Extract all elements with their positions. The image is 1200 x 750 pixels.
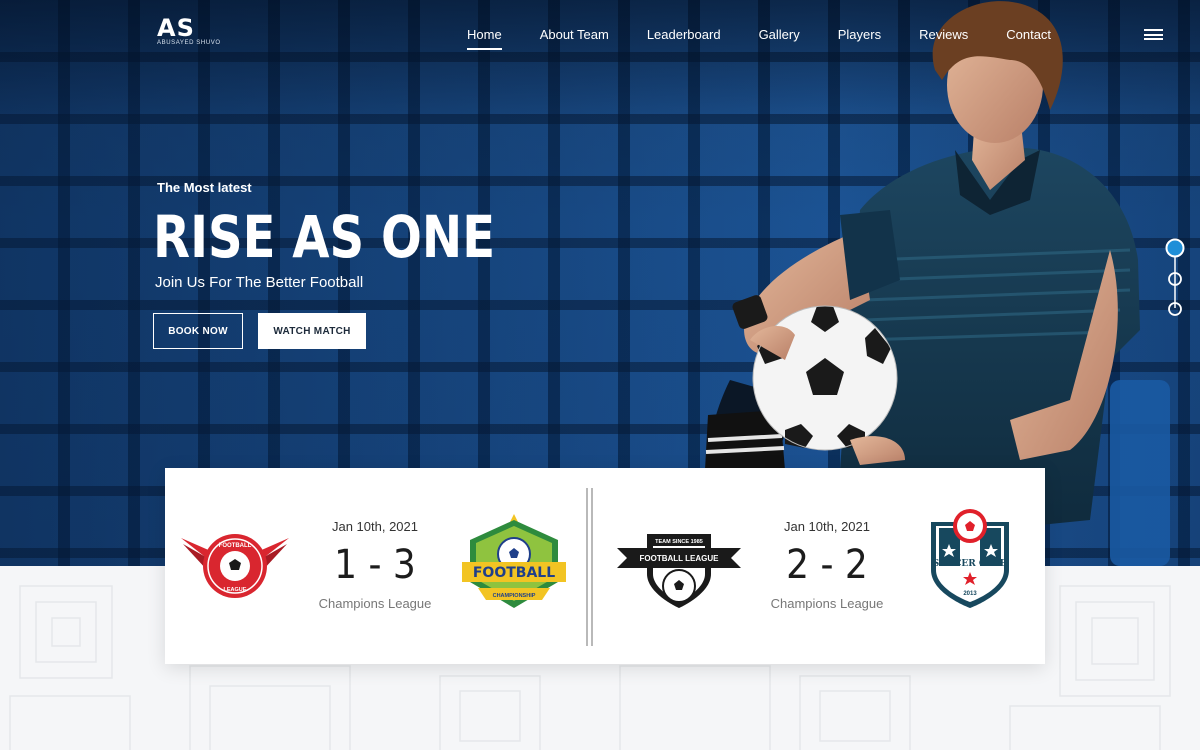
svg-text:SOCCER CLUB: SOCCER CLUB [933, 559, 1008, 569]
match-date: Jan 10th, 2021 [783, 519, 871, 534]
watch-match-button[interactable]: WATCH MATCH [258, 313, 366, 349]
svg-text:FOOTBALL: FOOTBALL [473, 565, 555, 581]
logo-mark: AS [157, 14, 195, 42]
svg-text:TEAM SINCE 1985: TEAM SINCE 1985 [655, 539, 703, 545]
match-divider [586, 488, 593, 646]
match-league: Champions League [318, 596, 432, 611]
svg-text:LEAGUE: LEAGUE [224, 587, 247, 593]
football-championship-badge-icon: FOOTBALL CHAMPIONSHIP [462, 514, 566, 608]
nav-reviews[interactable]: Reviews [919, 27, 968, 42]
slider-dot-1[interactable] [1165, 238, 1185, 258]
football-league-shield-icon: TEAM SINCE 1985 FOOTBALL LEAGUE [617, 534, 741, 608]
match-date: Jan 10th, 2021 [331, 519, 419, 534]
soccer-club-badge-icon: SOCCER CLUB 2013 [931, 509, 1009, 608]
brand-logo[interactable]: AS ABUSAYED SHUVO [157, 14, 223, 47]
match-card[interactable]: TEAM SINCE 1985 FOOTBALL LEAGUE Jan 10th… [617, 468, 1037, 664]
hero-headline: RISE AS ONE [153, 203, 496, 271]
match-score: 1 - 3 [334, 542, 416, 588]
svg-text:2013: 2013 [963, 591, 977, 597]
hamburger-icon[interactable] [1144, 29, 1163, 40]
svg-text:CHAMPIONSHIP: CHAMPIONSHIP [493, 593, 536, 599]
hero-eyebrow: The Most latest [157, 180, 252, 195]
match-score: 2 - 2 [786, 542, 868, 588]
nav-contact[interactable]: Contact [1006, 27, 1051, 42]
nav-leaderboard[interactable]: Leaderboard [647, 27, 721, 42]
slider-pagination [1165, 238, 1185, 316]
hero-subline: Join Us For The Better Football [155, 274, 364, 291]
nav-about-team[interactable]: About Team [540, 27, 609, 42]
svg-text:FOOTBALL LEAGUE: FOOTBALL LEAGUE [640, 554, 720, 563]
logo-subtitle: ABUSAYED SHUVO [157, 40, 221, 46]
book-now-button[interactable]: BOOK NOW [153, 313, 243, 349]
nav-players[interactable]: Players [838, 27, 881, 42]
svg-text:FOOTBALL: FOOTBALL [219, 543, 252, 549]
match-league: Champions League [770, 596, 884, 611]
football-league-badge-icon: FOOTBALL LEAGUE [181, 534, 289, 598]
match-results-card: FOOTBALL LEAGUE Jan 10th, 2021 1 - 3 Cha… [165, 468, 1045, 664]
match-card[interactable]: FOOTBALL LEAGUE Jan 10th, 2021 1 - 3 Cha… [165, 468, 585, 664]
main-nav: Home About Team Leaderboard Gallery Play… [467, 27, 1089, 50]
nav-home[interactable]: Home [467, 27, 502, 50]
nav-gallery[interactable]: Gallery [759, 27, 800, 42]
